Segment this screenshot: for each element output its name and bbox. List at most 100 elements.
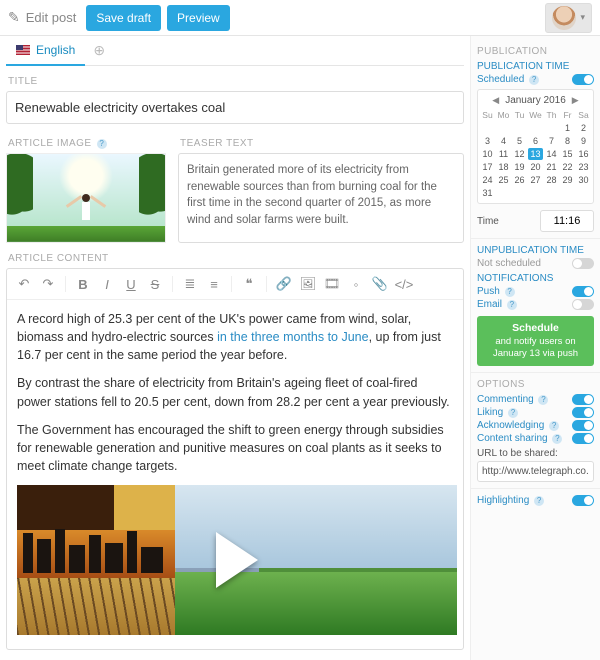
list-ul-icon[interactable]: ≣	[179, 273, 201, 295]
cal-day[interactable]: 16	[576, 148, 591, 160]
cal-day[interactable]: 31	[480, 187, 495, 199]
cal-day[interactable]: 22	[560, 161, 575, 173]
toggle-acknowledging[interactable]	[572, 420, 594, 431]
toggle-scheduled[interactable]	[572, 74, 594, 85]
embed-icon[interactable]: ◦	[345, 273, 367, 295]
label-teaser: TEASER TEXT	[180, 138, 464, 149]
undo-icon[interactable]: ↶	[13, 273, 35, 295]
cal-day[interactable]: 30	[576, 174, 591, 186]
label-time: Time	[477, 216, 499, 227]
time-input[interactable]	[540, 210, 594, 232]
label-title: TITLE	[8, 76, 464, 87]
list-ol-icon[interactable]: ≡	[203, 273, 225, 295]
schedule-button[interactable]: Schedule and notify users on January 13 …	[477, 316, 594, 366]
teaser-textarea[interactable]: Britain generated more of its electricit…	[178, 153, 464, 243]
label-unpublication-time: UNPUBLICATION TIME	[477, 245, 584, 256]
avatar	[552, 6, 576, 30]
cal-day[interactable]: 24	[480, 174, 495, 186]
toggle-unpublication[interactable]	[572, 258, 594, 269]
toggle-push[interactable]	[572, 286, 594, 297]
code-icon[interactable]: </>	[393, 273, 415, 295]
help-icon[interactable]: ?	[508, 408, 518, 418]
attach-icon[interactable]: 📎	[369, 273, 391, 295]
quote-icon[interactable]: ❝	[238, 273, 260, 295]
label-email: Email ?	[477, 299, 517, 310]
toggle-highlighting[interactable]	[572, 495, 594, 506]
toggle-commenting[interactable]	[572, 394, 594, 405]
label-content-sharing: Content sharing ?	[477, 433, 562, 444]
italic-icon[interactable]: I	[96, 273, 118, 295]
cal-day[interactable]: 3	[480, 135, 495, 147]
cal-day[interactable]: 13	[528, 148, 543, 160]
help-icon[interactable]: ?	[549, 421, 559, 431]
underline-icon[interactable]: U	[120, 273, 142, 295]
cal-day[interactable]: 21	[544, 161, 559, 173]
tab-english[interactable]: English	[6, 36, 85, 66]
video-thumbnail[interactable]	[17, 485, 457, 635]
url-input[interactable]	[477, 461, 594, 482]
editor-content[interactable]: A record high of 25.3 per cent of the UK…	[7, 300, 463, 649]
cal-day[interactable]: 9	[576, 135, 591, 147]
cal-day[interactable]: 12	[512, 148, 527, 160]
play-icon	[216, 532, 258, 588]
cal-day[interactable]: 4	[496, 135, 511, 147]
help-icon[interactable]: ?	[507, 300, 517, 310]
cal-day[interactable]: 26	[512, 174, 527, 186]
toggle-email[interactable]	[572, 299, 594, 310]
heading-publication: PUBLICATION	[477, 46, 594, 57]
title-input[interactable]	[6, 91, 464, 124]
help-icon[interactable]: ?	[97, 139, 107, 149]
cal-day[interactable]: 19	[512, 161, 527, 173]
strike-icon[interactable]: S	[144, 273, 166, 295]
redo-icon[interactable]: ↷	[37, 273, 59, 295]
cal-dow: Mo	[496, 109, 511, 121]
label-push: Push ?	[477, 286, 515, 297]
cal-dow: Tu	[512, 109, 527, 121]
help-icon[interactable]: ?	[552, 434, 562, 444]
cal-day[interactable]: 8	[560, 135, 575, 147]
label-article-image: ARTICLE IMAGE ?	[8, 138, 166, 149]
cal-day[interactable]: 28	[544, 174, 559, 186]
user-menu[interactable]: ▾	[545, 3, 592, 33]
cal-day[interactable]: 7	[544, 135, 559, 147]
cal-prev-icon[interactable]: ◀	[492, 95, 499, 106]
cal-day[interactable]: 20	[528, 161, 543, 173]
help-icon[interactable]: ?	[538, 395, 548, 405]
cal-day[interactable]: 29	[560, 174, 575, 186]
cal-day[interactable]: 18	[496, 161, 511, 173]
us-flag-icon	[16, 45, 30, 55]
bold-icon[interactable]: B	[72, 273, 94, 295]
toggle-content-sharing[interactable]	[572, 433, 594, 444]
video-icon[interactable]: 🎞	[321, 273, 343, 295]
cal-day[interactable]: 27	[528, 174, 543, 186]
editor-toolbar: ↶ ↷ B I U S ≣ ≡ ❝ 🔗 🖼 🎞 ◦ 📎 </>	[7, 269, 463, 300]
article-image[interactable]	[6, 153, 166, 243]
cal-day[interactable]: 17	[480, 161, 495, 173]
cal-day[interactable]: 6	[528, 135, 543, 147]
help-icon[interactable]: ?	[534, 496, 544, 506]
label-commenting: Commenting ?	[477, 394, 548, 405]
save-draft-button[interactable]: Save draft	[86, 5, 161, 31]
help-icon[interactable]: ?	[529, 75, 539, 85]
image-icon[interactable]: 🖼	[297, 273, 319, 295]
cal-day[interactable]: 15	[560, 148, 575, 160]
link-icon[interactable]: 🔗	[273, 273, 295, 295]
cal-day[interactable]: 10	[480, 148, 495, 160]
content-link[interactable]: in the three months to June	[217, 330, 368, 344]
toggle-liking[interactable]	[572, 407, 594, 418]
cal-day[interactable]: 14	[544, 148, 559, 160]
add-language-button[interactable]: ⊕	[93, 42, 105, 59]
cal-day[interactable]: 23	[576, 161, 591, 173]
label-acknowledging: Acknowledging ?	[477, 420, 559, 431]
cal-day	[544, 187, 559, 199]
help-icon[interactable]: ?	[505, 287, 515, 297]
cal-day[interactable]: 2	[576, 122, 591, 134]
cal-day[interactable]: 25	[496, 174, 511, 186]
cal-next-icon[interactable]: ▶	[572, 95, 579, 106]
cal-dow: Fr	[560, 109, 575, 121]
preview-button[interactable]: Preview	[167, 5, 230, 31]
cal-day[interactable]: 5	[512, 135, 527, 147]
cal-day[interactable]: 1	[560, 122, 575, 134]
label-article-content: ARTICLE CONTENT	[8, 253, 464, 264]
cal-day[interactable]: 11	[496, 148, 511, 160]
